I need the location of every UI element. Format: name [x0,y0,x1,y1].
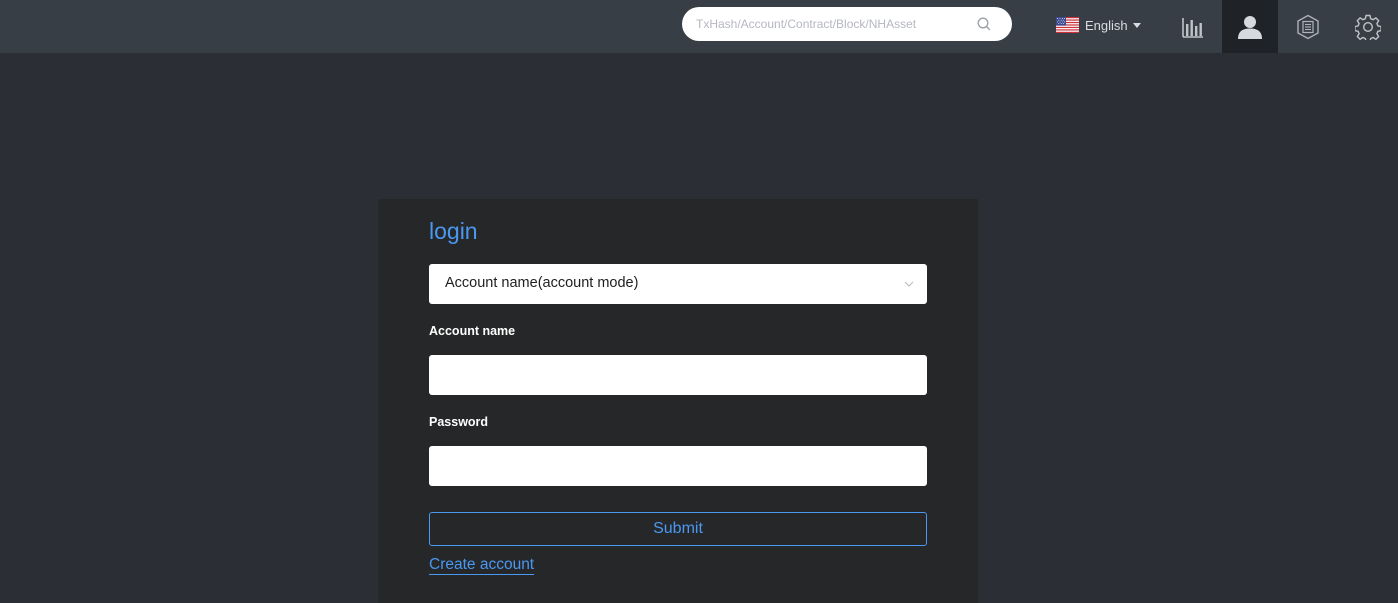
search-icon[interactable] [976,16,992,32]
gear-icon [1355,14,1381,40]
contract-nav-button[interactable] [1280,0,1336,53]
password-label: Password [429,415,489,429]
user-icon [1238,15,1262,39]
caret-down-icon[interactable] [1132,22,1141,28]
search-input[interactable] [696,7,966,41]
account-name-label: Account name [429,324,516,338]
login-card: login Account name(account mode) Account… [378,199,978,603]
login-mode-select[interactable]: Account name(account mode) [429,264,927,304]
top-bar: English [0,0,1398,53]
create-account-link[interactable]: Create account [429,555,535,575]
us-flag-icon [1056,17,1079,33]
chevron-down-icon [904,281,914,287]
statistics-nav-button[interactable] [1165,0,1221,53]
bar-chart-icon [1182,17,1203,38]
login-title: login [429,218,478,244]
settings-nav-button[interactable] [1340,0,1396,53]
contract-icon [1297,14,1319,39]
account-nav-button[interactable] [1222,0,1278,53]
password-input[interactable] [429,446,927,486]
language-selector[interactable]: English [1056,15,1141,35]
login-mode-value: Account name(account mode) [445,275,639,291]
submit-button[interactable]: Submit [429,512,927,546]
account-name-input[interactable] [429,355,927,395]
language-label[interactable]: English [1085,18,1128,33]
search-box[interactable] [682,7,1012,41]
